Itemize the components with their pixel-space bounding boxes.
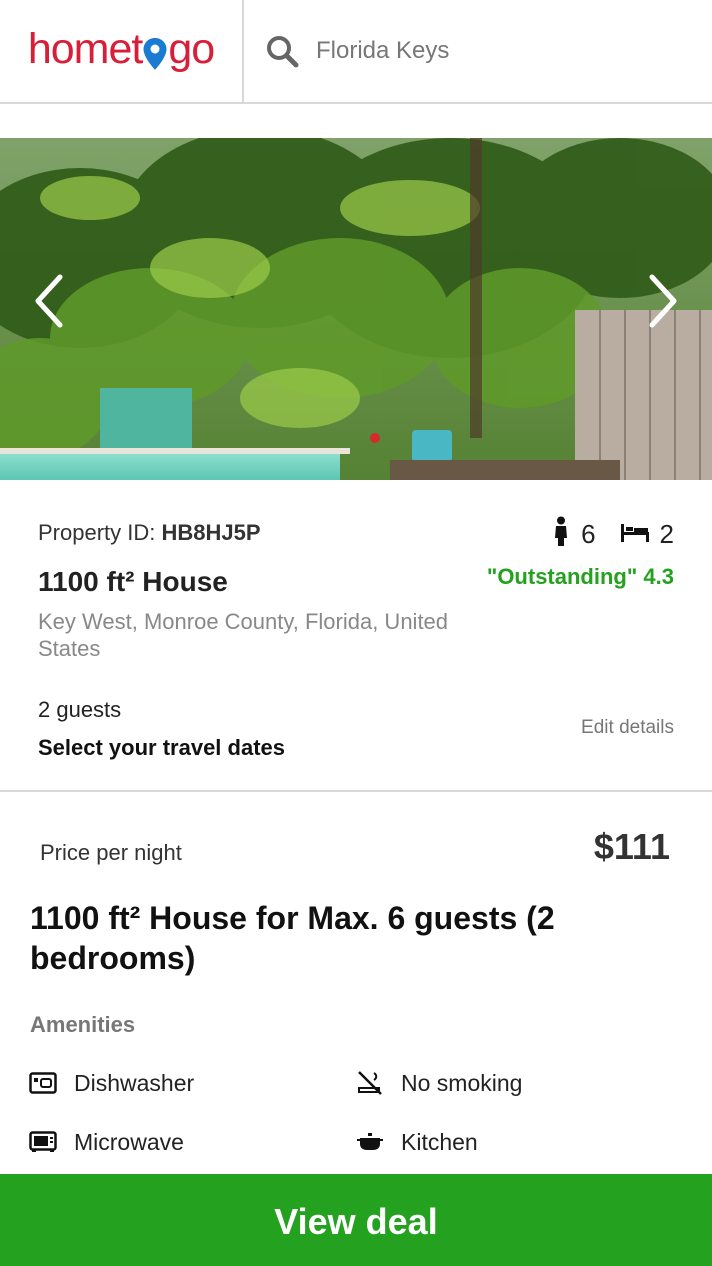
photo-gallery[interactable]: [0, 138, 712, 480]
amenity-kitchen: Kitchen: [355, 1127, 478, 1157]
chevron-left-icon[interactable]: [26, 273, 72, 329]
hometogo-logo[interactable]: homet go: [0, 0, 244, 102]
app-header: homet go: [0, 0, 712, 104]
logo-wordmark: homet go: [27, 24, 215, 74]
no-smoking-icon: [355, 1068, 385, 1098]
view-deal-button[interactable]: View deal: [0, 1174, 712, 1266]
microwave-icon: [28, 1127, 58, 1157]
search-bar[interactable]: [246, 0, 712, 102]
price-value: $111: [593, 826, 670, 867]
bed-icon: [620, 519, 650, 550]
select-dates-link[interactable]: Select your travel dates: [38, 735, 285, 761]
price-label: Price per night: [40, 840, 182, 865]
property-title: 1100 ft² House: [38, 566, 228, 597]
dishwasher-icon: [28, 1068, 58, 1098]
property-location: Key West, Monroe County, Florida, United…: [38, 609, 449, 661]
property-id: Property ID: HB8HJ5P: [38, 520, 261, 545]
listing-title: 1100 ft² House for Max. 6 guests (2 bedr…: [30, 900, 555, 976]
amenity-dishwasher: Dishwasher: [28, 1068, 194, 1098]
edit-details-link[interactable]: Edit details: [581, 717, 674, 739]
search-icon[interactable]: [264, 33, 300, 69]
capacity-summary: 6 2: [553, 516, 674, 553]
amenities-heading: Amenities: [30, 1012, 136, 1037]
map-pin-icon: [142, 25, 168, 74]
amenity-no-smoking: No smoking: [355, 1068, 522, 1098]
kitchen-icon: [355, 1127, 385, 1157]
guest-capacity: 6: [553, 516, 596, 553]
rating-label[interactable]: "Outstanding" 4.3: [487, 564, 674, 590]
person-icon: [553, 516, 569, 553]
property-photo: [0, 138, 712, 480]
guest-count: 2 guests: [38, 697, 122, 722]
search-input[interactable]: [316, 37, 696, 65]
amenity-microwave: Microwave: [28, 1127, 184, 1157]
property-info: Property ID: HB8HJ5P 6 2 1100 ft² House …: [0, 480, 712, 792]
bedroom-count: 2: [620, 519, 674, 550]
chevron-right-icon[interactable]: [640, 273, 686, 329]
